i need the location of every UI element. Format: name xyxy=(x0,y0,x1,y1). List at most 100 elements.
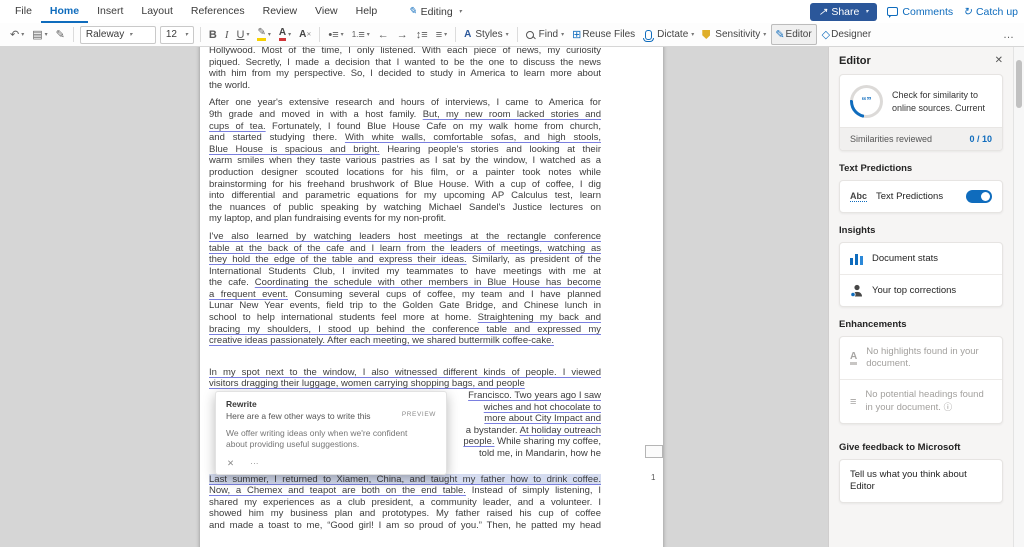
styles-button[interactable]: AStyles▾ xyxy=(461,25,511,44)
bold-icon: B xyxy=(209,29,217,41)
no-headings-text: No potential headings found in your docu… xyxy=(865,389,983,413)
text-predictions-toggle[interactable] xyxy=(966,190,992,203)
find-button[interactable]: Find▾ xyxy=(523,25,567,44)
menu-review[interactable]: Review xyxy=(254,0,306,23)
search-icon xyxy=(526,31,534,39)
comment-icon xyxy=(887,7,898,16)
suggestion-text: wiches and hot chocolate to xyxy=(484,402,601,413)
menu-view[interactable]: View xyxy=(306,0,347,23)
sensitivity-button[interactable]: Sensitivity▾ xyxy=(699,25,769,44)
editor-pencil-icon: ✎ xyxy=(775,28,784,41)
suggestion-text: bracing my shoulders, I stood up behind … xyxy=(209,324,601,335)
catch-up-button[interactable]: ↻ Catch up xyxy=(963,6,1018,18)
font-name-select[interactable]: Raleway▾ xyxy=(80,26,156,44)
paste-button[interactable]: ▤▾ xyxy=(29,25,50,44)
suggestion-text: Coordinating the schedule with other mem… xyxy=(255,277,601,288)
text-line: production designer scouted locations fo… xyxy=(209,167,601,179)
font-size-value: 12 xyxy=(166,29,177,40)
info-icon[interactable]: ⓘ xyxy=(944,402,953,412)
editing-mode-dropdown[interactable]: ✎ Editing ▾ xyxy=(400,6,470,18)
document-stats-row[interactable]: Document stats xyxy=(840,243,1002,274)
body-text: After one year's extensive research and … xyxy=(209,97,601,108)
vertical-scrollbar[interactable] xyxy=(1013,47,1024,547)
menu-layout[interactable]: Layout xyxy=(132,0,182,23)
dismiss-icon[interactable]: ✕ xyxy=(227,458,234,469)
increase-indent-button[interactable]: → xyxy=(394,25,411,44)
find-label: Find xyxy=(539,29,558,40)
chevron-down-icon: ▾ xyxy=(246,31,249,38)
rewrite-popup-body: We offer writing ideas only when we're c… xyxy=(226,428,416,450)
text-line: warm smiles when they taste various past… xyxy=(209,155,601,167)
body-text: the cafe. xyxy=(209,277,255,288)
body-text: told me, in Mandarin, how he xyxy=(479,448,601,459)
enhancements-card: A No highlights found in your document. … xyxy=(839,336,1003,424)
comments-label: Comments xyxy=(902,6,953,18)
numbering-button[interactable]: 1.≡▾ xyxy=(349,25,373,44)
body-text: Hearing people's stories and looking at … xyxy=(380,144,601,155)
menu-references[interactable]: References xyxy=(182,0,254,23)
bold-button[interactable]: B xyxy=(206,25,220,44)
ribbon-overflow-button[interactable]: … xyxy=(1000,25,1017,44)
italic-button[interactable]: I xyxy=(222,25,232,44)
clear-formatting-button[interactable]: A✕ xyxy=(296,25,314,44)
suggestion-text: they hold the edge of the table and expr… xyxy=(209,254,467,265)
text-line: 9th grade and moved in with a host famil… xyxy=(209,109,601,121)
font-size-select[interactable]: 12▾ xyxy=(160,26,194,44)
reuse-files-button[interactable]: ⊞Reuse Files xyxy=(569,25,639,44)
rewrite-popup-actions: ✕ ··· xyxy=(227,458,259,469)
body-text: Instead of simply listening, I xyxy=(466,485,601,496)
menu-file[interactable]: File xyxy=(6,0,41,23)
paragraph[interactable]: Hollywood. Most of the time, I only list… xyxy=(209,47,601,91)
similarity-card[interactable]: “” Check for similarity to online source… xyxy=(839,74,1003,151)
decrease-indent-button[interactable]: ← xyxy=(375,25,392,44)
designer-button[interactable]: ◇Designer xyxy=(819,25,876,44)
top-corrections-row[interactable]: Your top corrections xyxy=(840,274,1002,306)
share-button[interactable]: ↗ Share ▾ xyxy=(810,3,878,21)
chevron-down-icon: ▾ xyxy=(459,8,462,15)
chevron-down-icon: ▾ xyxy=(45,31,48,38)
chevron-down-icon: ▾ xyxy=(763,31,766,38)
comments-button[interactable]: Comments xyxy=(887,6,953,18)
share-label: Share xyxy=(831,6,859,18)
more-options-icon[interactable]: ··· xyxy=(250,458,259,469)
highlight-color-button[interactable]: ✎▾ xyxy=(254,25,273,44)
line-spacing-button[interactable]: ↕≡ xyxy=(413,25,431,44)
close-icon[interactable]: ✕ xyxy=(995,55,1003,66)
reuse-files-label: Reuse Files xyxy=(582,29,635,40)
menu-tabs: File Home Insert Layout References Revie… xyxy=(6,0,470,23)
format-painter-button[interactable]: ✎ xyxy=(53,25,68,44)
content-area: Hollywood. Most of the time, I only list… xyxy=(0,47,1024,547)
text-predictions-icon: Abc xyxy=(850,191,867,202)
text-line: I've also learned by watching leaders ho… xyxy=(209,231,601,243)
paragraph[interactable]: I've also learned by watching leaders ho… xyxy=(209,231,601,347)
menu-home[interactable]: Home xyxy=(41,0,88,23)
comment-marker[interactable] xyxy=(645,445,663,458)
font-color-button[interactable]: A▾ xyxy=(276,25,294,44)
undo-button[interactable]: ↶▾ xyxy=(7,25,27,44)
menu-help[interactable]: Help xyxy=(347,0,387,23)
suggestion-text: visitors dragging their luggage, women c… xyxy=(209,378,525,389)
paragraph[interactable]: After one year's extensive research and … xyxy=(209,97,601,225)
alignment-button[interactable]: ≡▾ xyxy=(433,25,450,44)
scrollbar-thumb[interactable] xyxy=(1016,60,1022,108)
suggestion-text: In my spot next to the window, I also wi… xyxy=(209,367,601,378)
dictate-label: Dictate xyxy=(657,29,688,40)
feedback-header: Give feedback to Microsoft xyxy=(839,442,1003,453)
body-text: the world. xyxy=(209,80,250,91)
editor-button[interactable]: ✎Editor xyxy=(771,24,816,45)
body-text: a bystander. xyxy=(466,425,520,436)
underline-button[interactable]: U▾ xyxy=(234,25,253,44)
feedback-row[interactable]: Tell us what you think about Editor xyxy=(840,460,1002,502)
paragraph[interactable]: Last summer, I returned to Xiamen, China… xyxy=(209,474,601,532)
text-line: visitors dragging their luggage, women c… xyxy=(209,378,601,390)
feedback-label: Tell us what you think about Editor xyxy=(850,469,992,493)
menu-insert[interactable]: Insert xyxy=(88,0,132,23)
bullets-button[interactable]: •≡▾ xyxy=(325,25,346,44)
suggestion-text: creative ideas passionately. After each … xyxy=(209,335,554,346)
body-text: Hollywood. Most of the time, I only list… xyxy=(209,47,601,56)
bullet-lines-icon: ≡ xyxy=(332,29,338,41)
text-line: they hold the edge of the table and expr… xyxy=(209,254,601,266)
similarity-text: Check for similarity to online sources. … xyxy=(892,89,992,114)
dictate-button[interactable]: Dictate▾ xyxy=(641,25,697,44)
chevron-down-icon: ▾ xyxy=(506,31,509,38)
